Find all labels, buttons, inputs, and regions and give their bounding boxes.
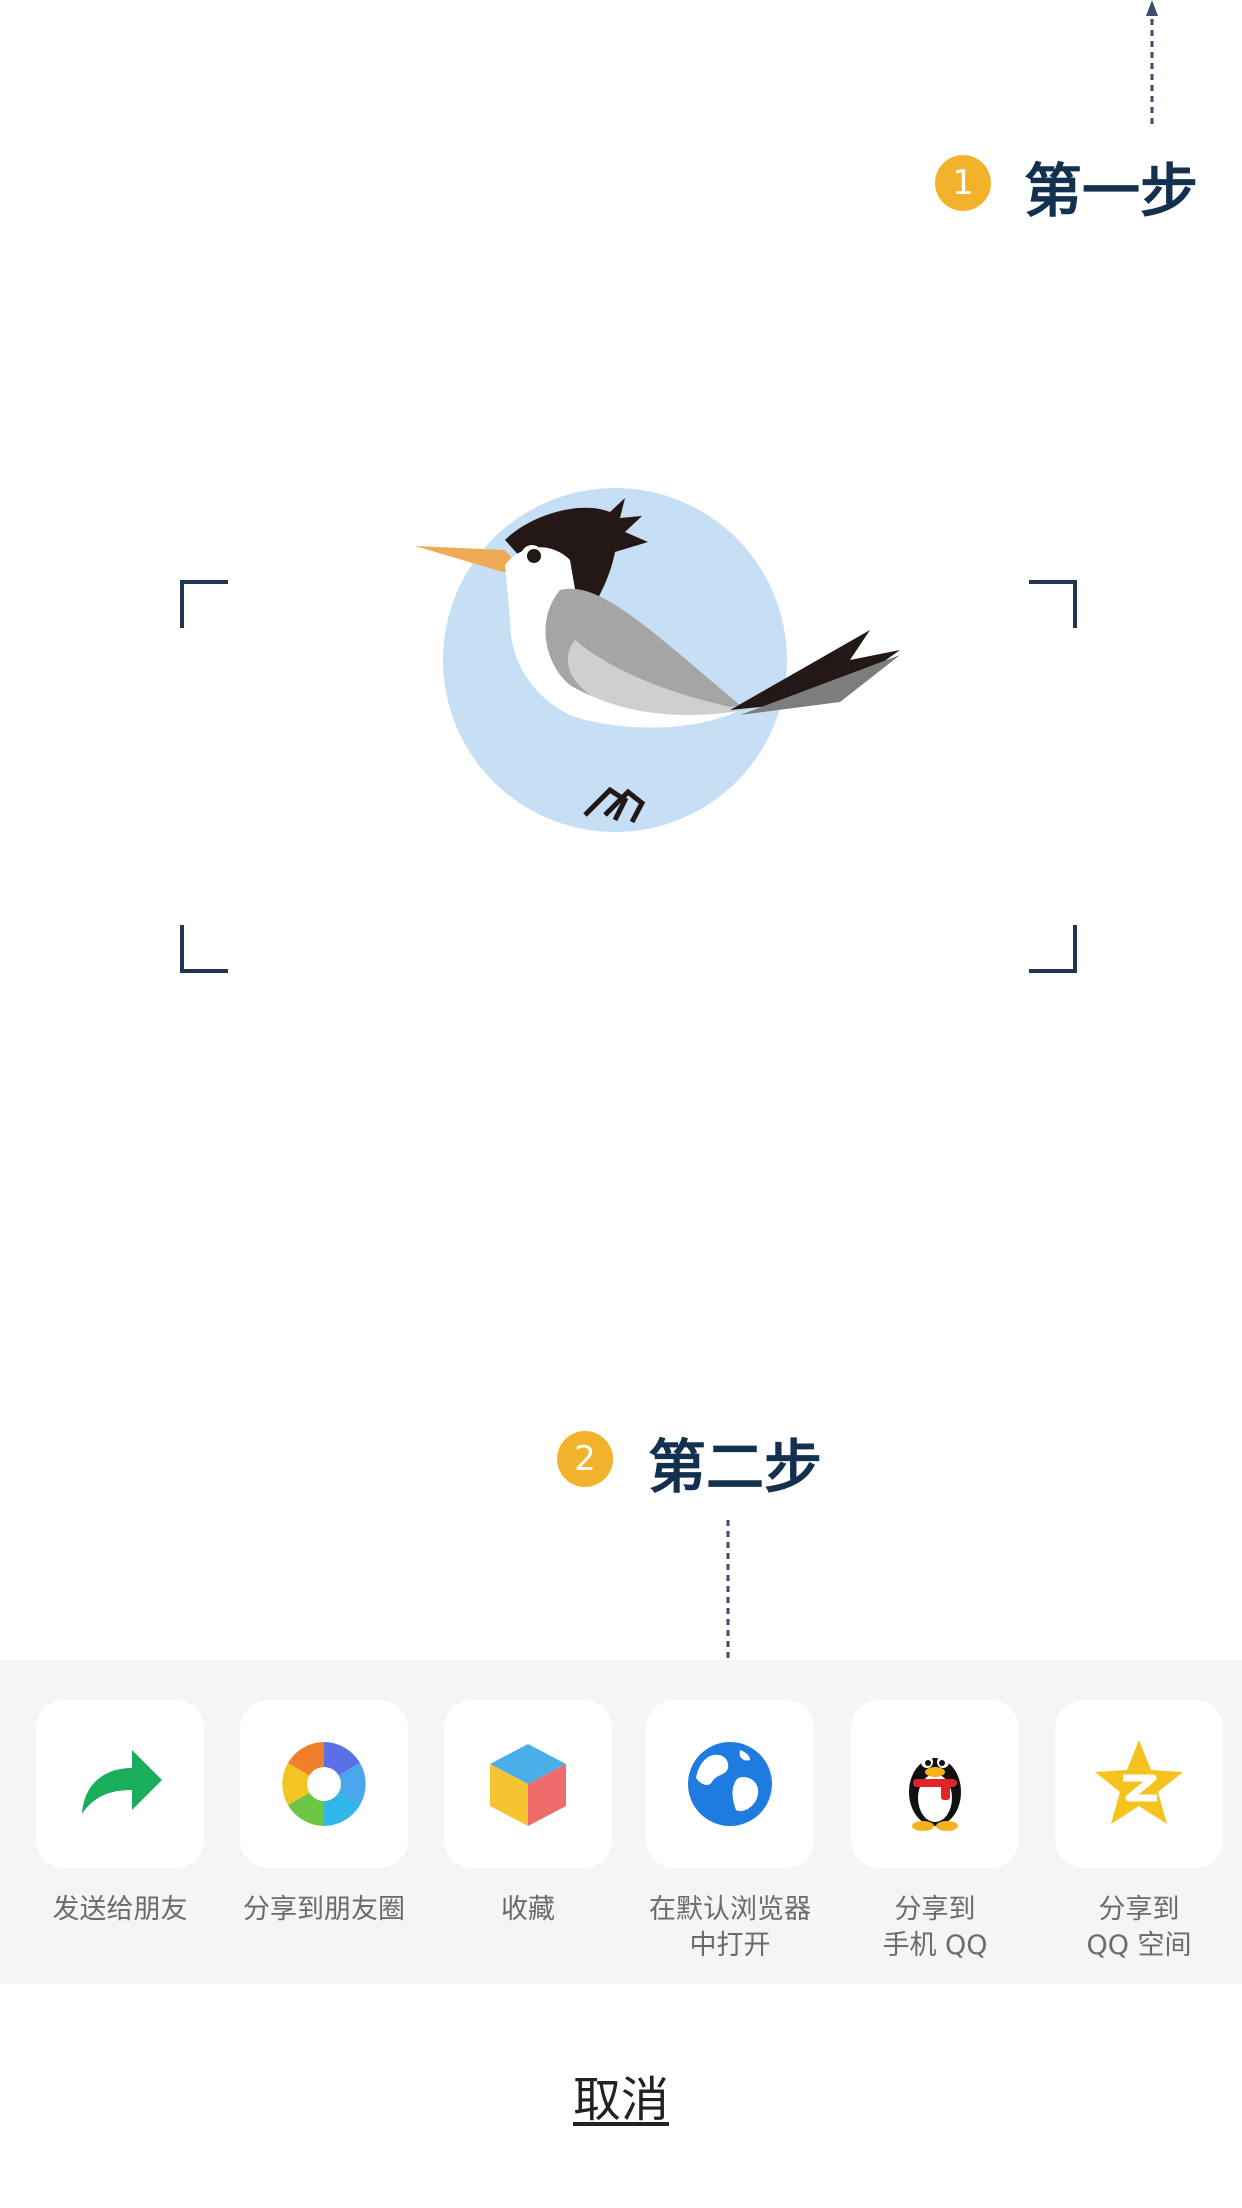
step-1-label: 第一步 bbox=[1024, 157, 1199, 225]
share-label-qzone: 分享到 QQ 空间 bbox=[1086, 1894, 1192, 1961]
favorite-cube-icon bbox=[490, 1744, 566, 1826]
frame-corner-bottom-left bbox=[180, 925, 228, 973]
qq-penguin-icon bbox=[909, 1756, 961, 1831]
share-item-browser[interactable]: 在默认浏览器 中打开 bbox=[628, 1700, 832, 1964]
share-tile-browser[interactable] bbox=[646, 1700, 814, 1868]
step-2-badge: 2 bbox=[557, 1431, 613, 1487]
cancel-button[interactable]: 取消 bbox=[0, 2060, 1242, 2130]
share-arrow-icon bbox=[82, 1750, 162, 1814]
share-tile-qq[interactable] bbox=[851, 1700, 1019, 1868]
share-item-friend[interactable]: 发送给朋友 bbox=[18, 1700, 222, 1928]
share-item-moments[interactable]: 分享到朋友圈 bbox=[222, 1700, 426, 1928]
share-tile-qzone[interactable] bbox=[1055, 1700, 1223, 1868]
step-2-label: 第二步 bbox=[648, 1433, 823, 1501]
share-label-qq: 分享到 手机 QQ bbox=[882, 1894, 988, 1961]
share-item-favorite[interactable]: 收藏 bbox=[426, 1700, 630, 1928]
share-tile-friend[interactable] bbox=[36, 1700, 204, 1868]
step-1-badge: 1 bbox=[935, 155, 991, 211]
share-label-friend: 发送给朋友 bbox=[52, 1894, 188, 1925]
dashed-arrow-up-icon bbox=[1146, 0, 1158, 124]
share-item-qq[interactable]: 分享到 手机 QQ bbox=[833, 1700, 1037, 1964]
share-tile-favorite[interactable] bbox=[444, 1700, 612, 1868]
frame-corner-top-left bbox=[180, 580, 228, 628]
share-panel: 发送给朋友 分享到朋友圈 收藏 在默认浏览器 中打开 分享到 手机 QQ 分享到… bbox=[0, 1660, 1242, 1984]
share-item-qzone[interactable]: 分享到 QQ 空间 bbox=[1037, 1700, 1241, 1964]
share-label-favorite: 收藏 bbox=[501, 1894, 555, 1925]
share-tile-moments[interactable] bbox=[240, 1700, 408, 1868]
share-label-moments: 分享到朋友圈 bbox=[243, 1894, 405, 1925]
share-label-browser: 在默认浏览器 中打开 bbox=[649, 1894, 811, 1961]
bird-logo-icon bbox=[415, 488, 900, 832]
globe-icon bbox=[688, 1742, 772, 1826]
frame-corner-top-right bbox=[1029, 580, 1077, 628]
moments-aperture-icon bbox=[282, 1742, 366, 1826]
qzone-star-icon bbox=[1095, 1740, 1183, 1824]
frame-corner-bottom-right bbox=[1029, 925, 1077, 973]
